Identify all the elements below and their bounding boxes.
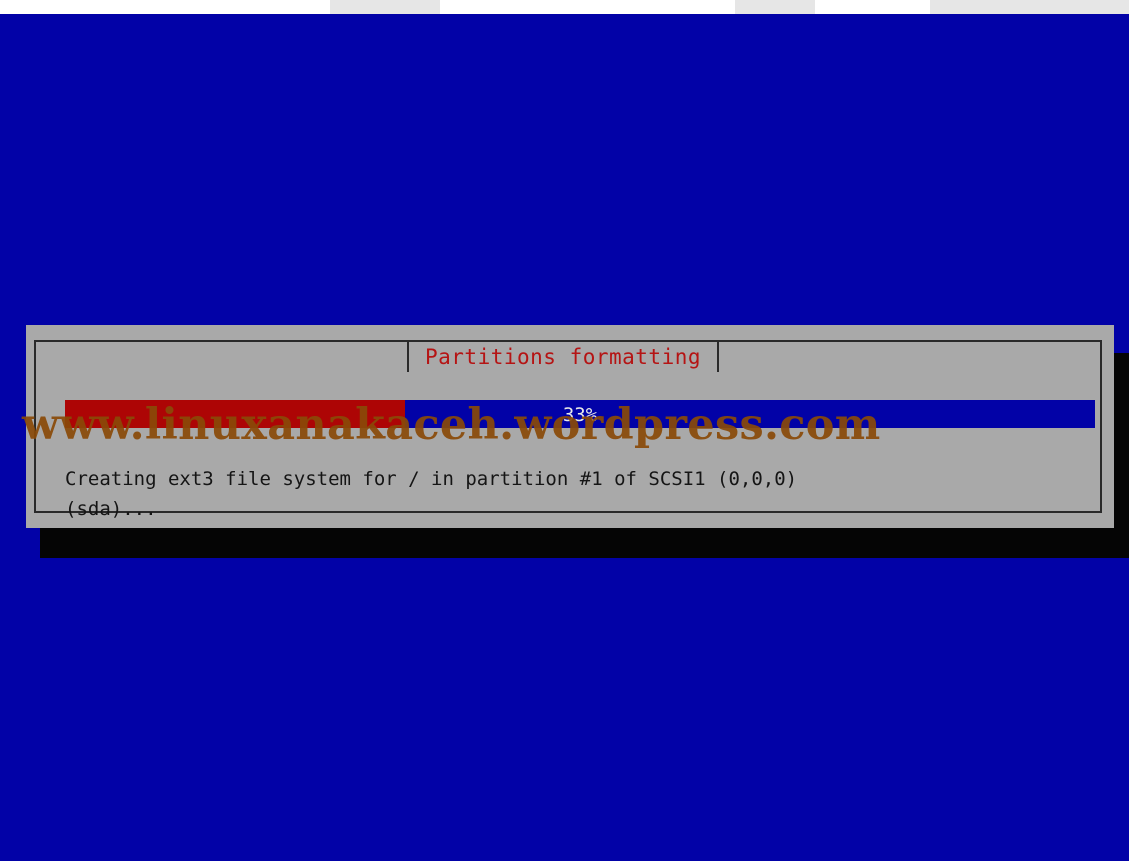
top-edge	[0, 0, 1129, 14]
watermark-text: www.linuxanakaceh.wordpress.com	[22, 400, 881, 450]
status-message: Creating ext3 file system for / in parti…	[65, 464, 1085, 524]
top-edge-mark	[930, 0, 1129, 14]
top-edge-mark	[735, 0, 815, 14]
status-message-line: (sda)...	[65, 498, 157, 520]
top-edge-mark	[330, 0, 440, 14]
status-message-line: Creating ext3 file system for / in parti…	[65, 468, 798, 490]
installer-screen: Partitions formatting 33% Creating ext3 …	[0, 0, 1129, 861]
dialog-title-box: Partitions formatting	[407, 342, 720, 372]
dialog-title: Partitions formatting	[425, 345, 702, 369]
